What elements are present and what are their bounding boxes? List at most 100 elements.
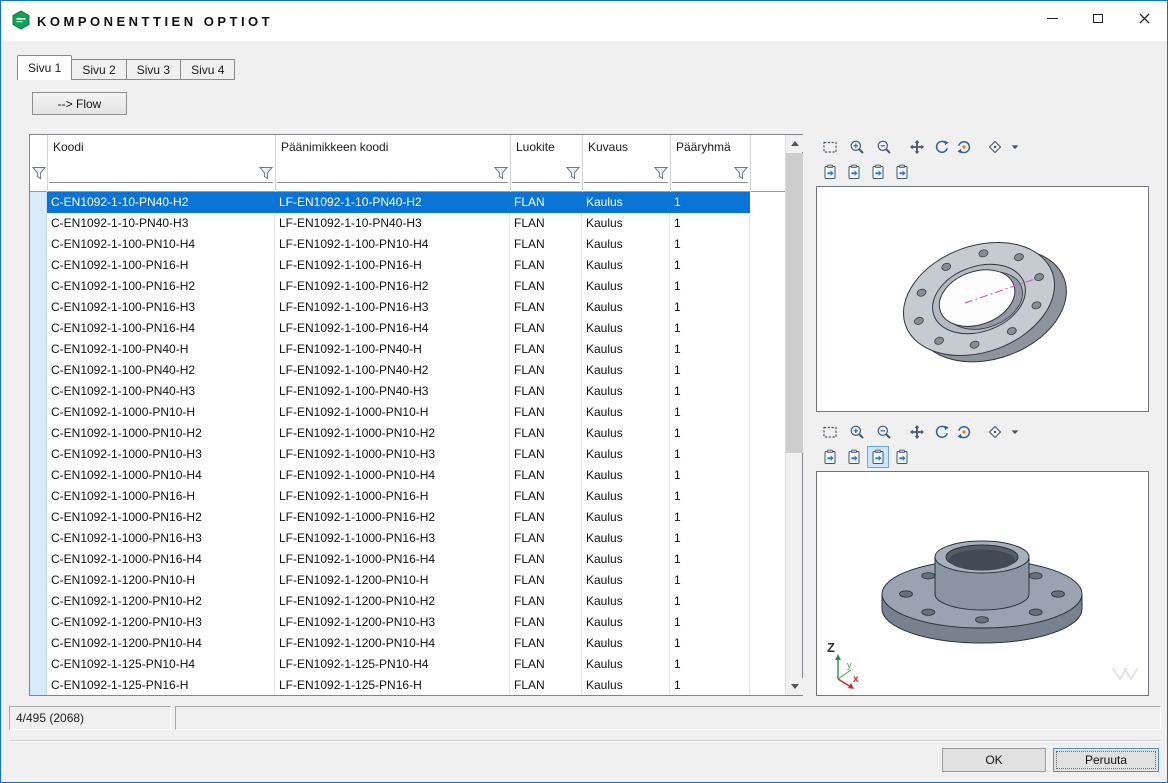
table-row[interactable]: C-EN1092-1-100-PN10-H4LF-EN1092-1-100-PN…: [30, 234, 750, 255]
center-view-icon[interactable]: [984, 136, 1006, 158]
tab-sivu-3[interactable]: Sivu 3: [127, 59, 181, 80]
cell-luokite[interactable]: FLAN: [510, 360, 582, 381]
clipboard-arrow-icon-2[interactable]: [843, 161, 865, 183]
row-selector[interactable]: [30, 360, 47, 381]
table-row[interactable]: C-EN1092-1-1200-PN10-H3LF-EN1092-1-1200-…: [30, 612, 750, 633]
cell-paaryhma[interactable]: 1: [670, 423, 750, 444]
cell-luokite[interactable]: FLAN: [510, 339, 582, 360]
filter-input-paanimikkeen-koodi[interactable]: [277, 182, 508, 183]
filter-funnel-icon-paaryhma[interactable]: [734, 166, 748, 180]
cell-koodi[interactable]: C-EN1092-1-100-PN16-H: [47, 255, 275, 276]
cell-paanimikkeen-koodi[interactable]: LF-EN1092-1-125-PN16-H: [275, 675, 510, 695]
clipboard-arrow-icon-3[interactable]: [867, 161, 889, 183]
column-header-paanimikkeen-koodi[interactable]: Päänimikkeen koodi: [281, 140, 388, 154]
cell-paanimikkeen-koodi[interactable]: LF-EN1092-1-100-PN40-H2: [275, 360, 510, 381]
cell-kuvaus[interactable]: Kaulus: [582, 213, 670, 234]
cell-paaryhma[interactable]: 1: [670, 612, 750, 633]
cell-kuvaus[interactable]: Kaulus: [582, 192, 670, 213]
tab-sivu-2[interactable]: Sivu 2: [72, 59, 126, 80]
cell-paanimikkeen-koodi[interactable]: LF-EN1092-1-10-PN40-H3: [275, 213, 510, 234]
cell-luokite[interactable]: FLAN: [510, 234, 582, 255]
ok-button[interactable]: OK: [942, 748, 1046, 772]
table-row[interactable]: C-EN1092-1-1000-PN10-H2LF-EN1092-1-1000-…: [30, 423, 750, 444]
row-selector[interactable]: [30, 675, 47, 695]
cell-paanimikkeen-koodi[interactable]: LF-EN1092-1-1000-PN10-H3: [275, 444, 510, 465]
cell-kuvaus[interactable]: Kaulus: [582, 297, 670, 318]
filter-input-kuvaus[interactable]: [584, 182, 668, 183]
cell-paanimikkeen-koodi[interactable]: LF-EN1092-1-100-PN10-H4: [275, 234, 510, 255]
cell-kuvaus[interactable]: Kaulus: [582, 549, 670, 570]
flow-button[interactable]: --> Flow: [32, 92, 127, 115]
cell-paaryhma[interactable]: 1: [670, 213, 750, 234]
cell-luokite[interactable]: FLAN: [510, 381, 582, 402]
cell-paanimikkeen-koodi[interactable]: LF-EN1092-1-100-PN16-H4: [275, 318, 510, 339]
clipboard-arrow-icon-4[interactable]: [891, 161, 913, 183]
table-row[interactable]: C-EN1092-1-1000-PN16-H2LF-EN1092-1-1000-…: [30, 507, 750, 528]
table-row[interactable]: C-EN1092-1-125-PN16-HLF-EN1092-1-125-PN1…: [30, 675, 750, 695]
cell-luokite[interactable]: FLAN: [510, 591, 582, 612]
cell-kuvaus[interactable]: Kaulus: [582, 381, 670, 402]
cell-paaryhma[interactable]: 1: [670, 339, 750, 360]
zoom-in-icon[interactable]: [846, 421, 868, 443]
row-selector[interactable]: [30, 192, 47, 213]
cell-paanimikkeen-koodi[interactable]: LF-EN1092-1-1000-PN10-H4: [275, 465, 510, 486]
cell-kuvaus[interactable]: Kaulus: [582, 486, 670, 507]
table-row[interactable]: C-EN1092-1-1200-PN10-H4LF-EN1092-1-1200-…: [30, 633, 750, 654]
table-row[interactable]: C-EN1092-1-1000-PN16-H3LF-EN1092-1-1000-…: [30, 528, 750, 549]
tab-sivu-1[interactable]: Sivu 1: [17, 55, 72, 80]
row-selector[interactable]: [30, 465, 47, 486]
cell-paaryhma[interactable]: 1: [670, 234, 750, 255]
cell-koodi[interactable]: C-EN1092-1-1000-PN16-H: [47, 486, 275, 507]
cell-paaryhma[interactable]: 1: [670, 465, 750, 486]
cell-paaryhma[interactable]: 1: [670, 591, 750, 612]
table-row[interactable]: C-EN1092-1-100-PN40-H3LF-EN1092-1-100-PN…: [30, 381, 750, 402]
cell-paaryhma[interactable]: 1: [670, 255, 750, 276]
cell-kuvaus[interactable]: Kaulus: [582, 633, 670, 654]
cell-kuvaus[interactable]: Kaulus: [582, 507, 670, 528]
cell-luokite[interactable]: FLAN: [510, 549, 582, 570]
clipboard-arrow-icon-2[interactable]: [843, 446, 865, 468]
table-row[interactable]: C-EN1092-1-100-PN16-H4LF-EN1092-1-100-PN…: [30, 318, 750, 339]
cell-koodi[interactable]: C-EN1092-1-1000-PN10-H2: [47, 423, 275, 444]
cell-paanimikkeen-koodi[interactable]: LF-EN1092-1-1000-PN16-H3: [275, 528, 510, 549]
cell-paanimikkeen-koodi[interactable]: LF-EN1092-1-10-PN40-H2: [275, 192, 510, 213]
rotate-view-icon[interactable]: [931, 136, 953, 158]
cell-luokite[interactable]: FLAN: [510, 654, 582, 675]
cell-luokite[interactable]: FLAN: [510, 507, 582, 528]
cell-kuvaus[interactable]: Kaulus: [582, 654, 670, 675]
table-row[interactable]: C-EN1092-1-100-PN16-HLF-EN1092-1-100-PN1…: [30, 255, 750, 276]
cell-kuvaus[interactable]: Kaulus: [582, 612, 670, 633]
select-rectangle-icon[interactable]: [819, 136, 841, 158]
cell-paaryhma[interactable]: 1: [670, 276, 750, 297]
table-row[interactable]: C-EN1092-1-100-PN40-HLF-EN1092-1-100-PN4…: [30, 339, 750, 360]
row-selector[interactable]: [30, 297, 47, 318]
clipboard-arrow-icon-4[interactable]: [891, 446, 913, 468]
cell-koodi[interactable]: C-EN1092-1-125-PN10-H4: [47, 654, 275, 675]
filter-funnel-icon-koodi[interactable]: [259, 166, 273, 180]
table-row[interactable]: C-EN1092-1-100-PN16-H2LF-EN1092-1-100-PN…: [30, 276, 750, 297]
table-row[interactable]: C-EN1092-1-1000-PN10-HLF-EN1092-1-1000-P…: [30, 402, 750, 423]
cell-paaryhma[interactable]: 1: [670, 633, 750, 654]
cell-luokite[interactable]: FLAN: [510, 318, 582, 339]
row-selector[interactable]: [30, 255, 47, 276]
row-selector[interactable]: [30, 276, 47, 297]
view-dropdown-arrow-icon[interactable]: [1007, 421, 1023, 443]
tab-sivu-4[interactable]: Sivu 4: [181, 59, 235, 80]
row-selector[interactable]: [30, 381, 47, 402]
cell-kuvaus[interactable]: Kaulus: [582, 402, 670, 423]
cell-koodi[interactable]: C-EN1092-1-100-PN10-H4: [47, 234, 275, 255]
row-selector[interactable]: [30, 234, 47, 255]
cell-paaryhma[interactable]: 1: [670, 444, 750, 465]
cell-koodi[interactable]: C-EN1092-1-100-PN16-H4: [47, 318, 275, 339]
cell-koodi[interactable]: C-EN1092-1-1200-PN10-H2: [47, 591, 275, 612]
cell-koodi[interactable]: C-EN1092-1-125-PN16-H: [47, 675, 275, 695]
table-row[interactable]: C-EN1092-1-1000-PN16-H4LF-EN1092-1-1000-…: [30, 549, 750, 570]
cell-koodi[interactable]: C-EN1092-1-10-PN40-H3: [47, 213, 275, 234]
zoom-out-icon[interactable]: [873, 136, 895, 158]
cell-paaryhma[interactable]: 1: [670, 360, 750, 381]
cell-paanimikkeen-koodi[interactable]: LF-EN1092-1-1200-PN10-H3: [275, 612, 510, 633]
cell-luokite[interactable]: FLAN: [510, 612, 582, 633]
vertical-scrollbar[interactable]: [785, 135, 802, 695]
cell-koodi[interactable]: C-EN1092-1-10-PN40-H2: [47, 192, 275, 213]
3d-viewport-top[interactable]: [816, 186, 1149, 412]
